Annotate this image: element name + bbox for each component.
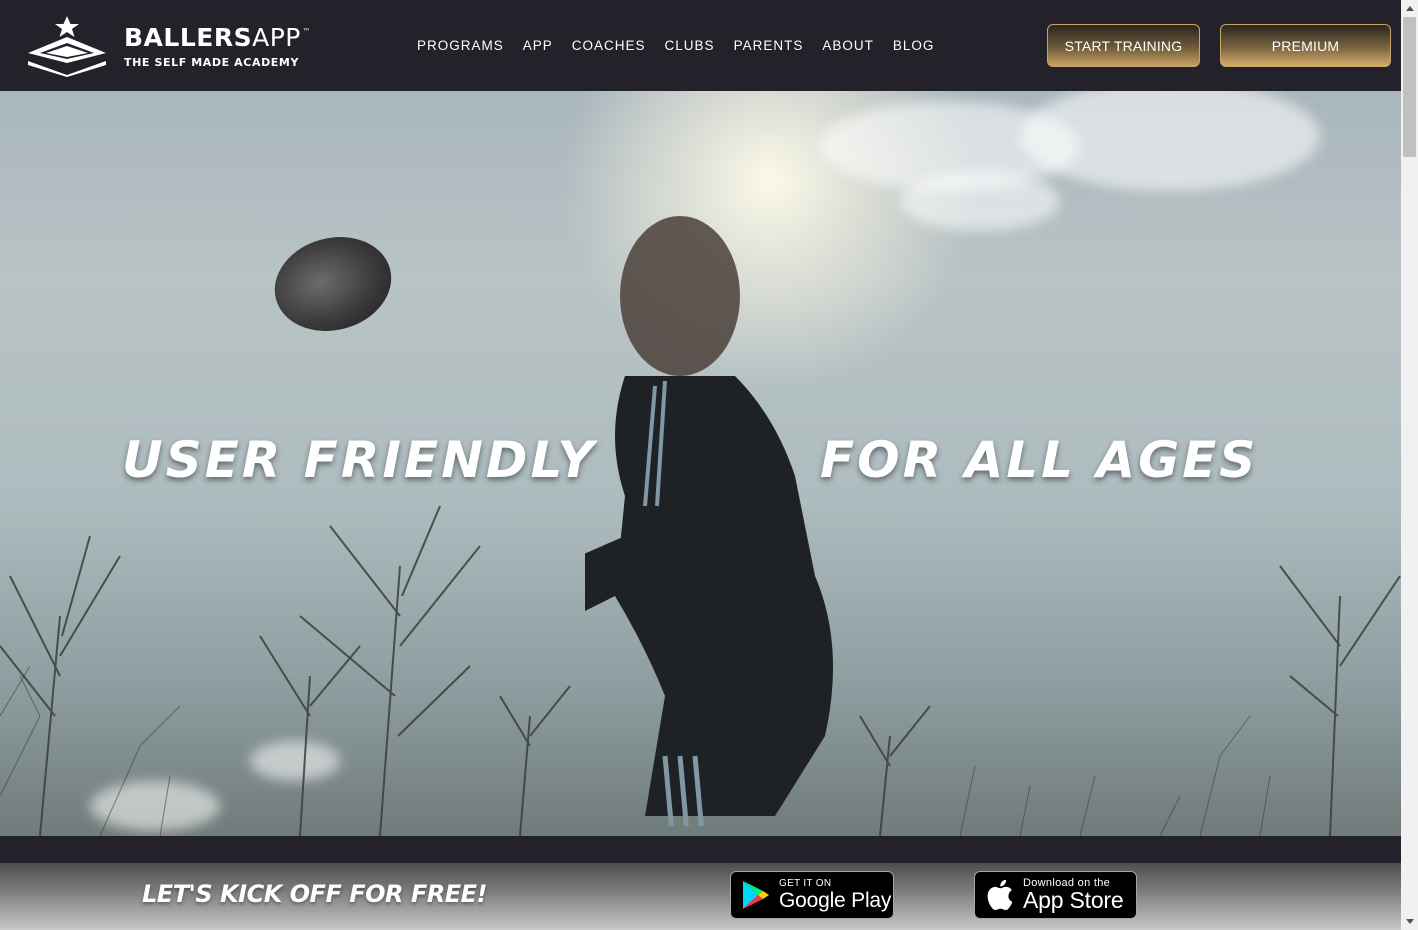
scroll-thumb[interactable] bbox=[1403, 17, 1416, 157]
google-play-small-text: GET IT ON bbox=[779, 878, 832, 889]
nav-coaches[interactable]: COACHES bbox=[572, 38, 646, 53]
logo[interactable]: BALLERSAPP ™ THE SELF MADE ACADEMY bbox=[26, 14, 310, 78]
download-cta-bar: LET'S KICK OFF FOR FREE! GET IT ON Googl… bbox=[0, 863, 1401, 930]
nav-programs[interactable]: PROGRAMS bbox=[417, 38, 504, 53]
section-divider bbox=[0, 836, 1401, 863]
trademark: ™ bbox=[302, 26, 311, 36]
soccer-ball bbox=[264, 224, 402, 344]
cta-text: LET'S KICK OFF FOR FREE! bbox=[142, 880, 487, 908]
app-store-big-text: App Store bbox=[1023, 887, 1124, 913]
google-play-button[interactable]: GET IT ON Google Play bbox=[730, 871, 894, 919]
apple-icon bbox=[985, 880, 1015, 910]
hero-video[interactable]: USER FRIENDLY FOR ALL AGES bbox=[0, 91, 1401, 836]
hero-text-left: USER FRIENDLY bbox=[122, 431, 597, 489]
nav-app[interactable]: APP bbox=[523, 38, 553, 53]
site-header: BALLERSAPP ™ THE SELF MADE ACADEMY PROGRA… bbox=[0, 0, 1401, 91]
logo-tagline: THE SELF MADE ACADEMY bbox=[124, 55, 300, 69]
logo-brand: BALLERSAPP ™ bbox=[124, 22, 310, 52]
google-play-big-text: Google Play bbox=[779, 889, 892, 912]
google-play-icon bbox=[741, 880, 771, 910]
page-scrollbar[interactable] bbox=[1401, 0, 1418, 930]
scroll-up-arrow-icon[interactable] bbox=[1401, 0, 1418, 17]
scroll-down-arrow-icon[interactable] bbox=[1401, 913, 1418, 930]
hero-cloud bbox=[900, 171, 1060, 231]
nav-blog[interactable]: BLOG bbox=[893, 38, 935, 53]
logo-text: BALLERSAPP ™ THE SELF MADE ACADEMY bbox=[124, 22, 310, 69]
nav-about[interactable]: ABOUT bbox=[822, 38, 874, 53]
app-store-button[interactable]: Download on the App Store bbox=[974, 871, 1137, 919]
premium-button[interactable]: PREMIUM bbox=[1220, 24, 1391, 67]
hero-text-right: FOR ALL AGES bbox=[820, 431, 1259, 489]
nav-parents[interactable]: PARENTS bbox=[734, 38, 804, 53]
hero-cloud bbox=[1020, 91, 1320, 191]
nav-clubs[interactable]: CLUBS bbox=[665, 38, 715, 53]
logo-brand-bold: BALLERS bbox=[124, 22, 253, 52]
player-silhouette bbox=[585, 216, 833, 826]
main-nav: PROGRAMS APP COACHES CLUBS PARENTS ABOUT… bbox=[417, 38, 953, 53]
logo-star-pyramid-icon bbox=[26, 15, 108, 77]
start-training-button[interactable]: START TRAINING bbox=[1047, 24, 1200, 67]
logo-brand-light: APP bbox=[252, 22, 301, 52]
